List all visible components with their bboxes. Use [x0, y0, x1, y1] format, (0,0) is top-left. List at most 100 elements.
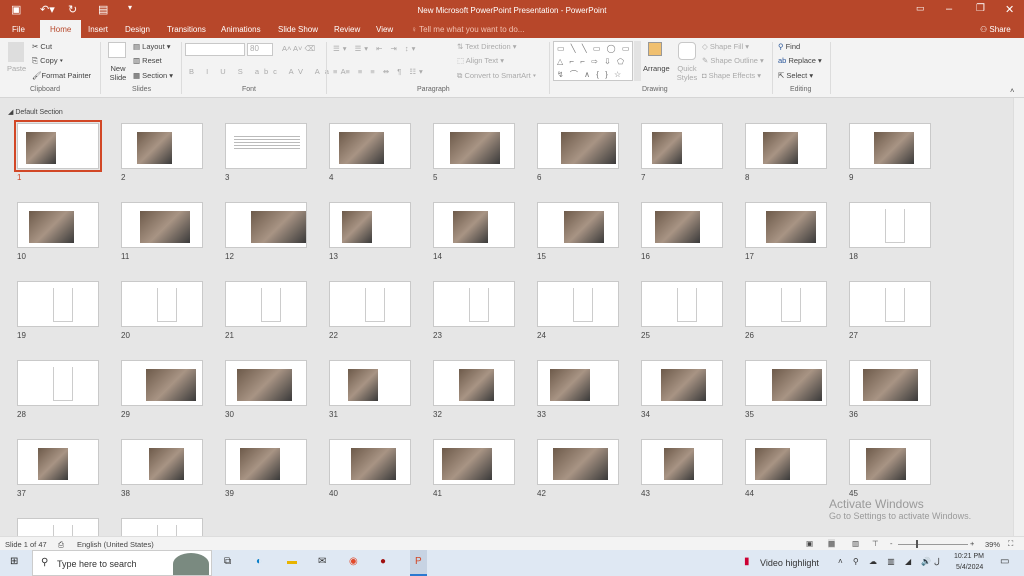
slide-thumbnail[interactable]: [121, 281, 203, 327]
input-language[interactable]: ل: [934, 557, 940, 566]
reading-view-icon[interactable]: ▥: [852, 539, 859, 548]
slide-thumbnail[interactable]: [745, 123, 827, 169]
slide-thumbnail[interactable]: [849, 202, 931, 248]
slide-thumbnail[interactable]: [329, 360, 411, 406]
minimize-button[interactable]: –: [946, 3, 952, 15]
slide-thumbnail[interactable]: [329, 202, 411, 248]
slide-thumbnail[interactable]: [433, 123, 515, 169]
tab-insert[interactable]: Insert: [88, 23, 108, 36]
section-header[interactable]: ◢ Default Section: [8, 108, 63, 116]
restore-button[interactable]: ❐: [976, 3, 985, 14]
fit-to-window-icon[interactable]: ⛶: [1008, 539, 1013, 549]
reset-button[interactable]: ▥ Reset: [133, 56, 162, 65]
task-view-icon[interactable]: ⧉: [224, 556, 231, 567]
font-size-input[interactable]: 80: [247, 43, 273, 56]
tell-me-box[interactable]: ♀ Tell me what you want to do...: [411, 23, 524, 36]
slide-thumbnail[interactable]: [745, 281, 827, 327]
slide-thumbnail[interactable]: [225, 202, 307, 248]
slide-thumbnail[interactable]: [225, 439, 307, 485]
text-direction-button[interactable]: ⇅ Text Direction ▾: [457, 42, 517, 51]
slide-thumbnail[interactable]: [329, 123, 411, 169]
zoom-slider[interactable]: [898, 544, 968, 545]
clock-time[interactable]: 10:21 PM: [954, 553, 984, 560]
app-icon[interactable]: ●: [380, 556, 386, 567]
new-slide-button[interactable]: New Slide: [107, 64, 129, 82]
slide-thumbnail[interactable]: [121, 123, 203, 169]
slide-thumbnail[interactable]: [433, 202, 515, 248]
slide-thumbnail[interactable]: [433, 439, 515, 485]
slide-thumbnail[interactable]: [329, 281, 411, 327]
copy-button[interactable]: ⎘ Copy ▾: [32, 56, 63, 66]
zoom-in-button[interactable]: +: [970, 539, 974, 548]
video-highlight-widget[interactable]: Video highlight: [760, 558, 819, 568]
format-painter-button[interactable]: 🖌Format Painter: [32, 71, 91, 80]
slide-thumbnail[interactable]: [849, 281, 931, 327]
clock-date[interactable]: 5/4/2024: [956, 564, 983, 571]
collapse-ribbon-icon[interactable]: ˄: [1010, 86, 1014, 95]
alignment-buttons[interactable]: ≡ ≡ ≡ ≡ ⇹ ¶ ☷▾: [333, 67, 426, 76]
vertical-scrollbar[interactable]: [1013, 98, 1024, 536]
slide-thumbnail[interactable]: [849, 439, 931, 485]
normal-view-icon[interactable]: ▣: [806, 539, 813, 548]
zoom-slider-thumb[interactable]: [915, 540, 918, 548]
ribbon-display-options-icon[interactable]: ▭: [916, 3, 925, 14]
language-indicator[interactable]: English (United States): [77, 540, 154, 549]
slide-thumbnail[interactable]: [17, 281, 99, 327]
powerpoint-taskbar-icon[interactable]: P: [410, 550, 427, 576]
align-text-button[interactable]: ⬚ Align Text ▾: [457, 56, 504, 65]
slide-thumbnail[interactable]: [641, 439, 723, 485]
slide-thumbnail[interactable]: [537, 281, 619, 327]
slide-thumbnail[interactable]: [433, 360, 515, 406]
slide-thumbnail[interactable]: [745, 360, 827, 406]
notifications-icon[interactable]: ▭: [1000, 556, 1009, 567]
slide-sorter-view-icon[interactable]: ▦: [828, 539, 836, 548]
windows-start-icon[interactable]: ⊞: [10, 556, 18, 567]
slide-thumbnail[interactable]: [225, 360, 307, 406]
slide-thumbnail[interactable]: [641, 281, 723, 327]
slide-thumbnail[interactable]: [329, 439, 411, 485]
find-button[interactable]: ⚲ Find: [778, 42, 800, 51]
zoom-level[interactable]: 39%: [985, 540, 1000, 549]
tab-animations[interactable]: Animations: [221, 23, 261, 36]
section-button[interactable]: ▦ Section ▾: [133, 71, 173, 80]
tab-design[interactable]: Design: [125, 23, 150, 36]
shape-fill-button[interactable]: ◇ Shape Fill ▾: [702, 42, 749, 51]
spellcheck-icon[interactable]: ⎙: [58, 540, 64, 550]
file-explorer-icon[interactable]: ▬: [287, 556, 297, 567]
slide-thumbnail[interactable]: [849, 360, 931, 406]
slide-thumbnail[interactable]: [641, 123, 723, 169]
font-name-input[interactable]: [185, 43, 245, 56]
slide-thumbnail[interactable]: [849, 123, 931, 169]
tab-home[interactable]: Home: [40, 20, 82, 38]
mail-icon[interactable]: ✉: [318, 556, 326, 567]
slide-thumbnail[interactable]: [17, 518, 99, 536]
share-button[interactable]: ⚇ Share: [980, 23, 1011, 36]
slide-thumbnail[interactable]: [121, 360, 203, 406]
slide-thumbnail[interactable]: [537, 202, 619, 248]
replace-button[interactable]: ab Replace ▾: [778, 56, 822, 65]
system-tray-icons[interactable]: ˄ ⚲ ☁ ▥ ◢ 🔊: [838, 557, 935, 566]
slide-thumbnail[interactable]: [537, 123, 619, 169]
shapes-gallery-scroll[interactable]: [634, 41, 641, 81]
slide-thumbnail[interactable]: [745, 439, 827, 485]
list-buttons[interactable]: ☰▾ ☰▾ ⇤ ⇥ ↕▾: [333, 44, 418, 53]
slide-thumbnail[interactable]: [121, 439, 203, 485]
slide-thumbnail[interactable]: [641, 360, 723, 406]
tab-transitions[interactable]: Transitions: [167, 23, 206, 36]
tab-slide-show[interactable]: Slide Show: [278, 23, 318, 36]
select-button[interactable]: ⇱ Select ▾: [778, 71, 813, 80]
close-button[interactable]: ✕: [1005, 3, 1014, 16]
slide-thumbnail[interactable]: [17, 360, 99, 406]
zoom-out-button[interactable]: -: [890, 539, 893, 548]
shapes-gallery[interactable]: ▭ ╲ ╲ ▭ ◯ ▭ △ ⌐ ⌐ ⇨ ⇩ ⬠ ↯ ⌒ ∧ { } ☆: [553, 41, 633, 81]
layout-button[interactable]: ▤ Layout ▾: [133, 42, 171, 51]
shape-effects-button[interactable]: ◘ Shape Effects ▾: [702, 71, 761, 80]
tab-review[interactable]: Review: [334, 23, 360, 36]
cut-button[interactable]: ✂ Cut: [32, 42, 52, 51]
slide-thumbnail[interactable]: [641, 202, 723, 248]
convert-smartart-button[interactable]: ⧉ Convert to SmartArt ▾: [457, 71, 536, 81]
edge-icon[interactable]: ◐: [256, 556, 262, 567]
slide-thumbnail[interactable]: [14, 120, 102, 172]
quick-styles-button[interactable]: Quick Styles: [675, 64, 699, 82]
slide-thumbnail[interactable]: [225, 123, 307, 169]
